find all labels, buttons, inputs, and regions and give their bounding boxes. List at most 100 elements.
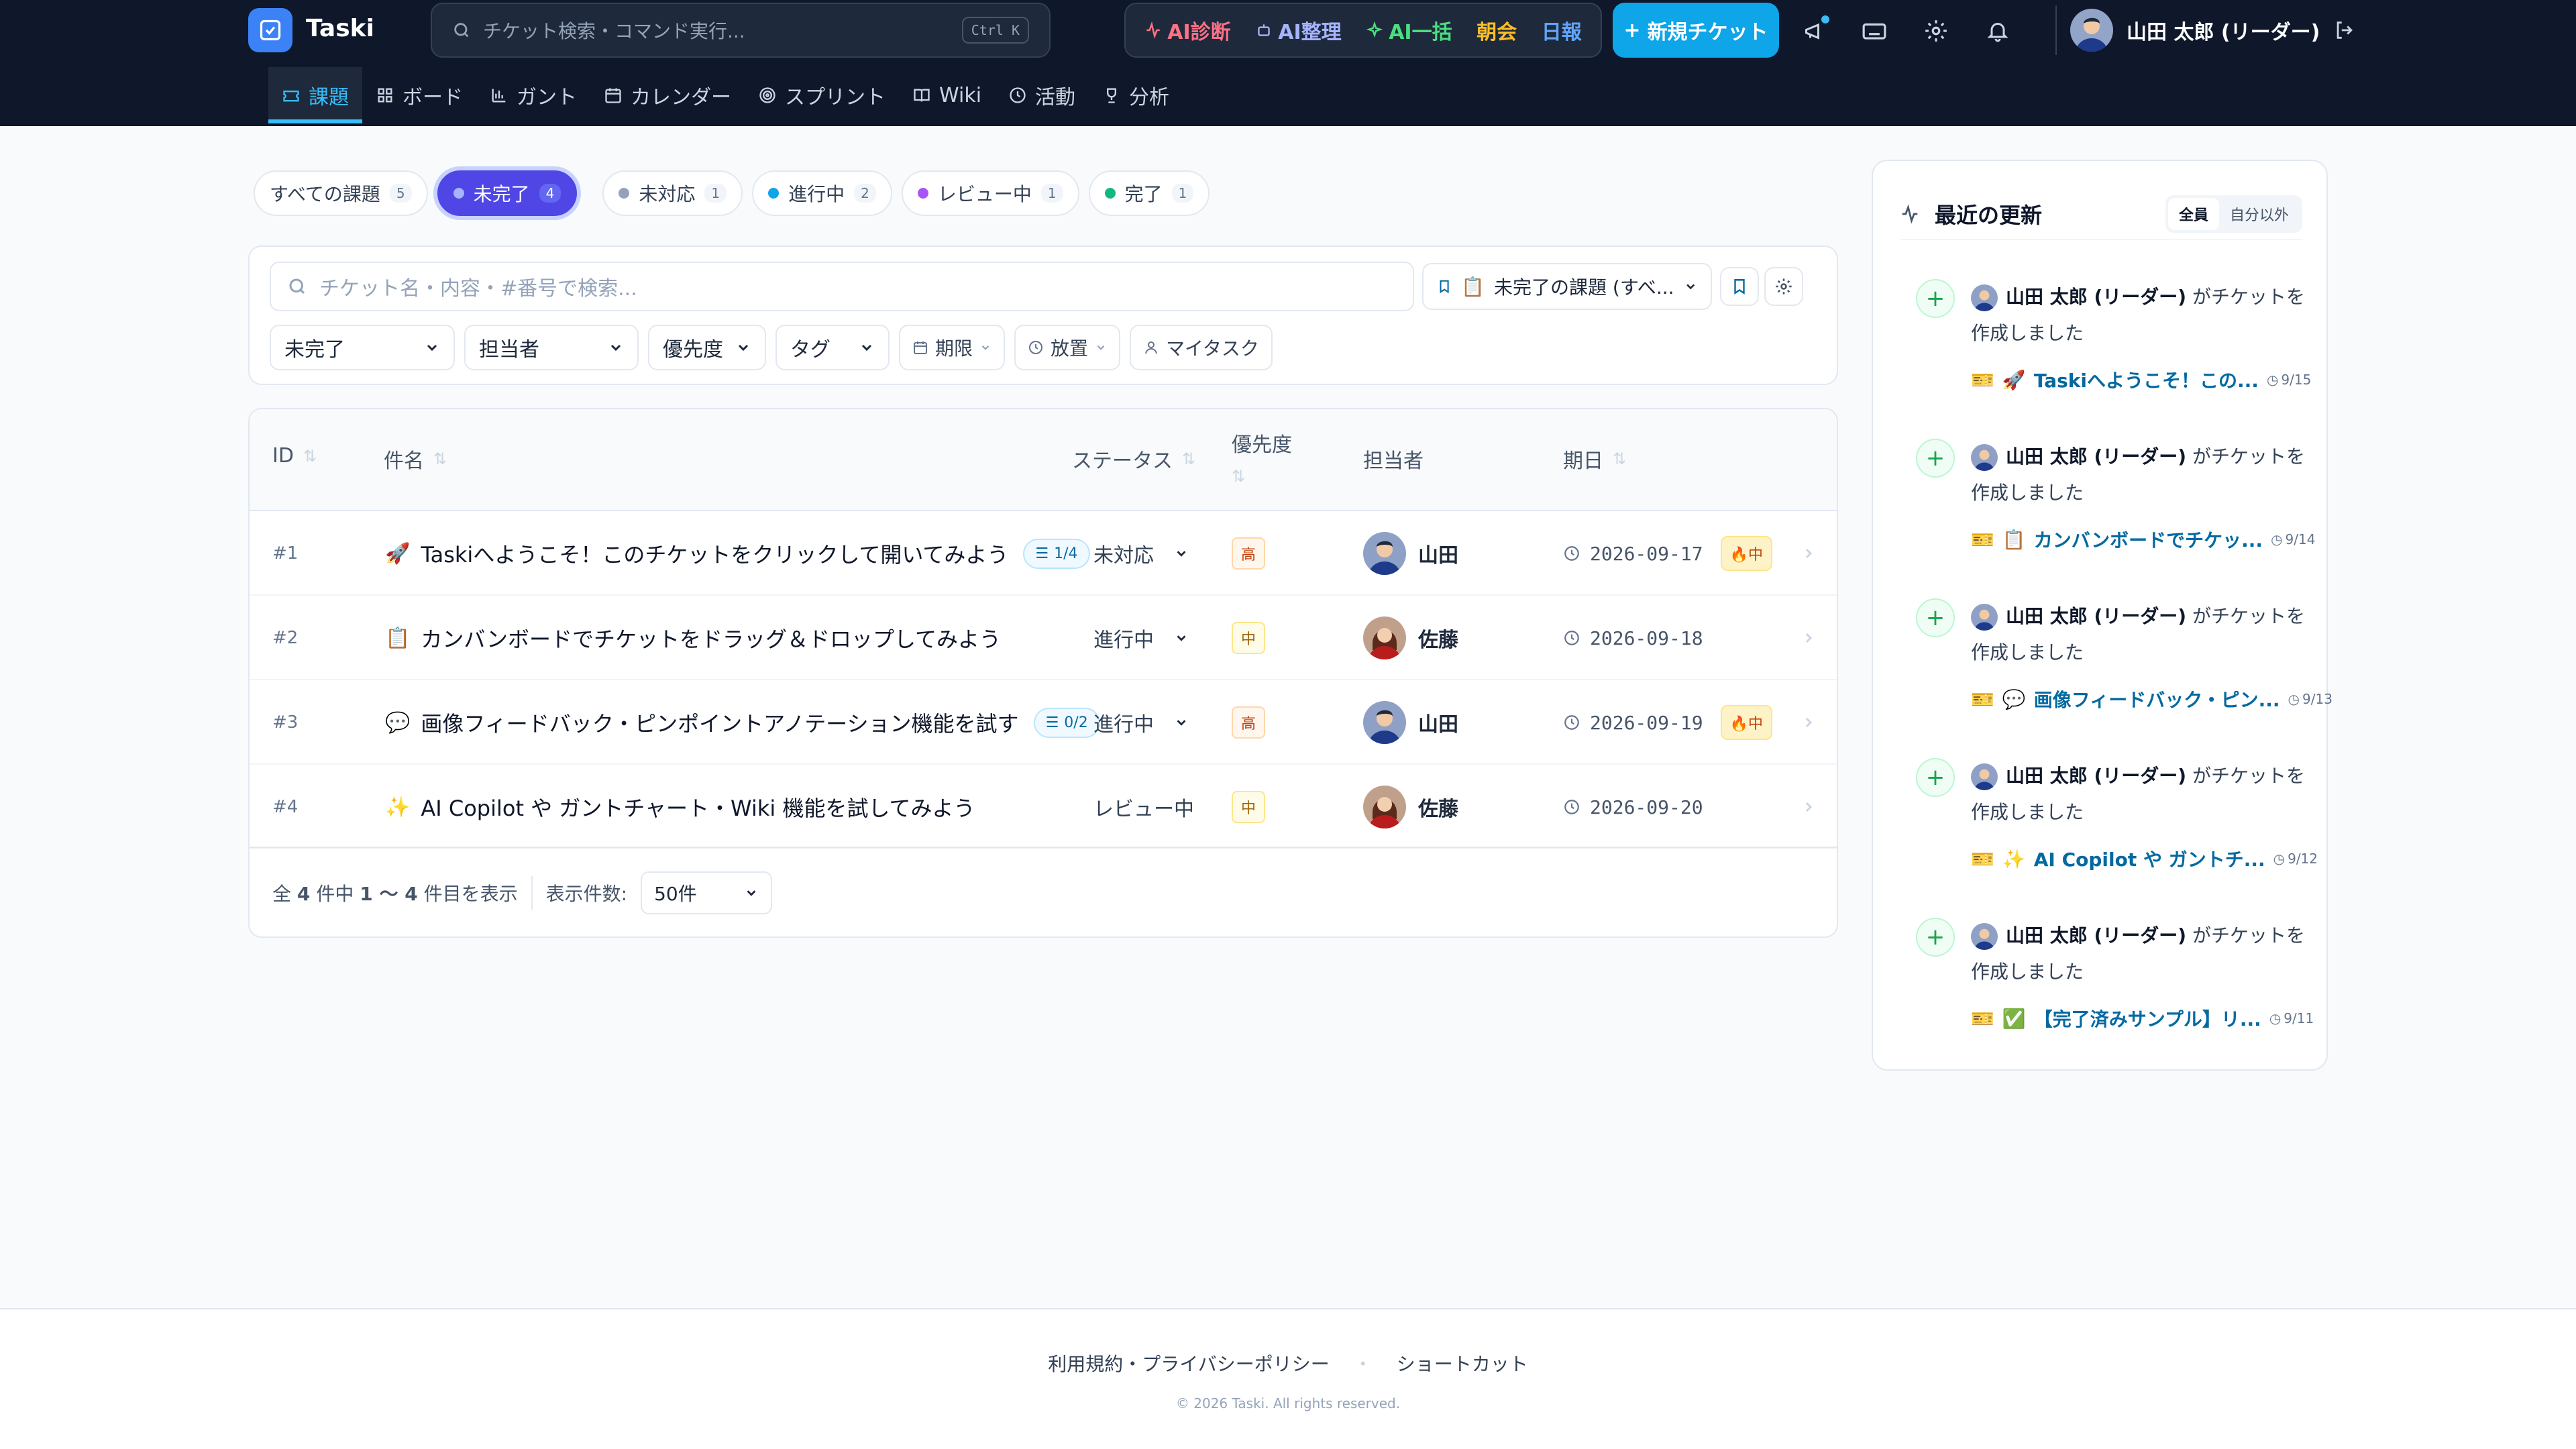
due-filter-chip[interactable]: 期限 xyxy=(899,325,1006,370)
clock-icon: ◷ xyxy=(2288,691,2300,707)
my-tasks-chip[interactable]: マイタスク xyxy=(1130,325,1273,370)
avatar xyxy=(1971,763,1998,790)
ticket-title[interactable]: カンバンボードでチケットをドラッグ＆ドロップしてみよう xyxy=(421,623,1001,653)
status-filter-value: 未完了 xyxy=(284,338,345,362)
scope-all[interactable]: 全員 xyxy=(2167,198,2219,230)
clock-icon xyxy=(1564,800,1579,814)
ticket-id[interactable]: #1 xyxy=(272,511,298,596)
table-row[interactable]: #4 ✨ AI Copilot や ガントチャート・Wiki 機能を試してみよう… xyxy=(250,765,1837,849)
pill-incomplete[interactable]: 未完了 4 xyxy=(437,170,578,216)
status-select[interactable]: 進行中 xyxy=(1084,680,1198,765)
ai-organize-button[interactable]: AI整理 xyxy=(1255,15,1342,45)
new-ticket-button[interactable]: + 新規チケット xyxy=(1613,3,1779,58)
keyboard-shortcuts-button[interactable] xyxy=(1856,12,1893,50)
activity-ticket-link[interactable]: 🎫 ✨ AI Copilot や ガントチ... ◷ 9/12 xyxy=(1971,845,2318,872)
pagination-summary: 全 4 件中 1 〜 4 件目を表示 xyxy=(272,879,518,906)
tab-activity[interactable]: 活動 xyxy=(995,67,1089,123)
row-open-arrow[interactable] xyxy=(1801,596,1817,680)
app-logo[interactable] xyxy=(248,8,292,52)
table-footer: 全 4 件中 1 〜 4 件目を表示 表示件数: 50件 xyxy=(250,847,1837,936)
due-cell: 2026-09-18 xyxy=(1563,596,1703,680)
bookmark-icon xyxy=(1734,279,1745,294)
tab-issues[interactable]: 課題 xyxy=(268,67,362,123)
tab-gantt[interactable]: ガント xyxy=(476,67,590,123)
ai-diagnose-button[interactable]: AI診断 xyxy=(1144,15,1231,45)
user-menu[interactable]: 山田 太郎 (リーダー) xyxy=(2057,5,2356,55)
activity-ticket-link[interactable]: 🎫 🚀 Taskiへようこそ！この... ◷ 9/15 xyxy=(1971,366,2311,393)
stale-filter-chip[interactable]: 放置 xyxy=(1014,325,1121,370)
due-date: 2026-09-17 xyxy=(1590,542,1703,565)
ticket-id[interactable]: #2 xyxy=(272,596,298,680)
ticket-title-cell[interactable]: ✨ AI Copilot や ガントチャート・Wiki 機能を試してみよう xyxy=(385,765,975,849)
table-row[interactable]: #1 🚀 Taskiへようこそ！このチケットをクリックして開いてみよう ☰ 1/4… xyxy=(250,511,1837,596)
shortcuts-link[interactable]: ショートカット xyxy=(1397,1350,1528,1377)
col-status-header[interactable]: ステータス ⇅ xyxy=(1072,444,1195,474)
row-open-arrow[interactable] xyxy=(1801,765,1817,849)
tab-calendar[interactable]: カレンダー xyxy=(590,67,745,123)
save-view-button[interactable] xyxy=(1720,267,1759,306)
status-select[interactable]: 進行中 xyxy=(1084,596,1198,680)
tab-wiki[interactable]: Wiki xyxy=(899,67,995,123)
col-title-header[interactable]: 件名 ⇅ xyxy=(384,444,447,474)
assignee-filter-select[interactable]: 担当者 xyxy=(464,325,639,370)
chevron-down-icon xyxy=(610,344,621,352)
ticket-id[interactable]: #3 xyxy=(272,680,298,765)
col-due-header[interactable]: 期日 ⇅ xyxy=(1563,444,1626,474)
ticket-search-input[interactable]: チケット名・内容・#番号で検索... xyxy=(270,262,1414,311)
ticket-title[interactable]: 画像フィードバック・ピンポイントアノテーション機能を試す xyxy=(421,707,1018,738)
status-value: 未対応 xyxy=(1093,544,1154,568)
pill-review[interactable]: レビュー中 1 xyxy=(901,170,1079,216)
table-row[interactable]: #2 📋 カンバンボードでチケットをドラッグ＆ドロップしてみよう 進行中 中 佐… xyxy=(250,596,1837,680)
view-settings-button[interactable] xyxy=(1764,267,1803,306)
notifications-button[interactable] xyxy=(1979,12,2017,50)
ticket-title-cell[interactable]: 💬 画像フィードバック・ピンポイントアノテーション機能を試す ☰ 0/2 xyxy=(385,680,1100,765)
tag-filter-select[interactable]: タグ xyxy=(775,325,890,370)
pill-all[interactable]: すべての課題 5 xyxy=(254,170,428,216)
due-cell: 2026-09-17 🔥中 xyxy=(1563,511,1772,596)
activity-ticket-title: AI Copilot や ガントチ... xyxy=(2033,849,2265,871)
activity-ticket-link[interactable]: 🎫 ✅ 【完了済みサンプル】リ... ◷ 9/11 xyxy=(1971,1005,2314,1032)
tab-analytics[interactable]: 分析 xyxy=(1089,67,1183,123)
status-filter-select[interactable]: 未完了 xyxy=(270,325,455,370)
clock-icon xyxy=(1564,631,1579,645)
daily-report-button[interactable]: 日報 xyxy=(1542,15,1582,45)
pill-in-progress[interactable]: 進行中 2 xyxy=(752,170,892,216)
saved-view-select[interactable]: 📋 未完了の課題 (すべ... xyxy=(1422,263,1712,310)
col-priority-header[interactable]: 優先度 ⇅ xyxy=(1232,428,1292,486)
tab-sprint[interactable]: スプリント xyxy=(745,67,899,123)
chevron-down-icon xyxy=(1177,720,1186,726)
status-select[interactable]: 未対応 xyxy=(1084,511,1198,596)
settings-button[interactable] xyxy=(1917,12,1955,50)
per-page-select[interactable]: 50件 xyxy=(641,871,773,914)
row-open-arrow[interactable] xyxy=(1801,511,1817,596)
ticket-title-cell[interactable]: 🚀 Taskiへようこそ！このチケットをクリックして開いてみよう ☰ 1/4 xyxy=(385,511,1090,596)
recent-updates-panel: 最近の更新 全員 自分以外 + 山田 太郎 (リーダー) がチケットを作成しまし… xyxy=(1872,160,2332,1071)
terms-link[interactable]: 利用規約・プライバシーポリシー xyxy=(1048,1350,1329,1377)
clock-icon: ◷ xyxy=(2266,372,2279,388)
priority-filter-select[interactable]: 優先度 xyxy=(648,325,766,370)
ticket-title[interactable]: Taskiへようこそ！このチケットをクリックして開いてみよう xyxy=(421,538,1008,569)
table-row[interactable]: #3 💬 画像フィードバック・ピンポイントアノテーション機能を試す ☰ 0/2 進… xyxy=(250,680,1837,765)
ticket-id[interactable]: #4 xyxy=(272,765,298,849)
tab-board[interactable]: ボード xyxy=(362,67,476,123)
plus-icon: + xyxy=(1916,279,1955,318)
panel-header: 最近の更新 全員 自分以外 xyxy=(1900,189,2302,240)
avatar xyxy=(1363,786,1406,828)
global-search[interactable]: チケット検索・コマンド実行... Ctrl K xyxy=(431,3,1051,58)
ticket-title-cell[interactable]: 📋 カンバンボードでチケットをドラッグ＆ドロップしてみよう xyxy=(385,596,1001,680)
pill-done[interactable]: 完了 1 xyxy=(1088,170,1210,216)
ai-bulk-button[interactable]: AI一括 xyxy=(1366,15,1452,45)
announcement-button[interactable] xyxy=(1796,12,1834,50)
scope-others[interactable]: 自分以外 xyxy=(2219,198,2300,230)
pill-done-label: 完了 xyxy=(1124,183,1163,205)
status-select[interactable]: レビュー中 xyxy=(1084,765,1198,849)
row-open-arrow[interactable] xyxy=(1801,680,1817,765)
ticket-title[interactable]: AI Copilot や ガントチャート・Wiki 機能を試してみよう xyxy=(421,792,975,822)
morning-meeting-button[interactable]: 朝会 xyxy=(1477,15,1517,45)
logout-icon[interactable] xyxy=(2333,19,2356,42)
pill-open[interactable]: 未対応 1 xyxy=(602,170,743,216)
activity-ticket-link[interactable]: 🎫 💬 画像フィードバック・ピン... ◷ 9/13 xyxy=(1971,686,2332,712)
target-icon xyxy=(759,87,775,103)
activity-ticket-link[interactable]: 🎫 📋 カンバンボードでチケッ... ◷ 9/14 xyxy=(1971,526,2315,553)
col-id-header[interactable]: ID ⇅ xyxy=(272,444,317,468)
